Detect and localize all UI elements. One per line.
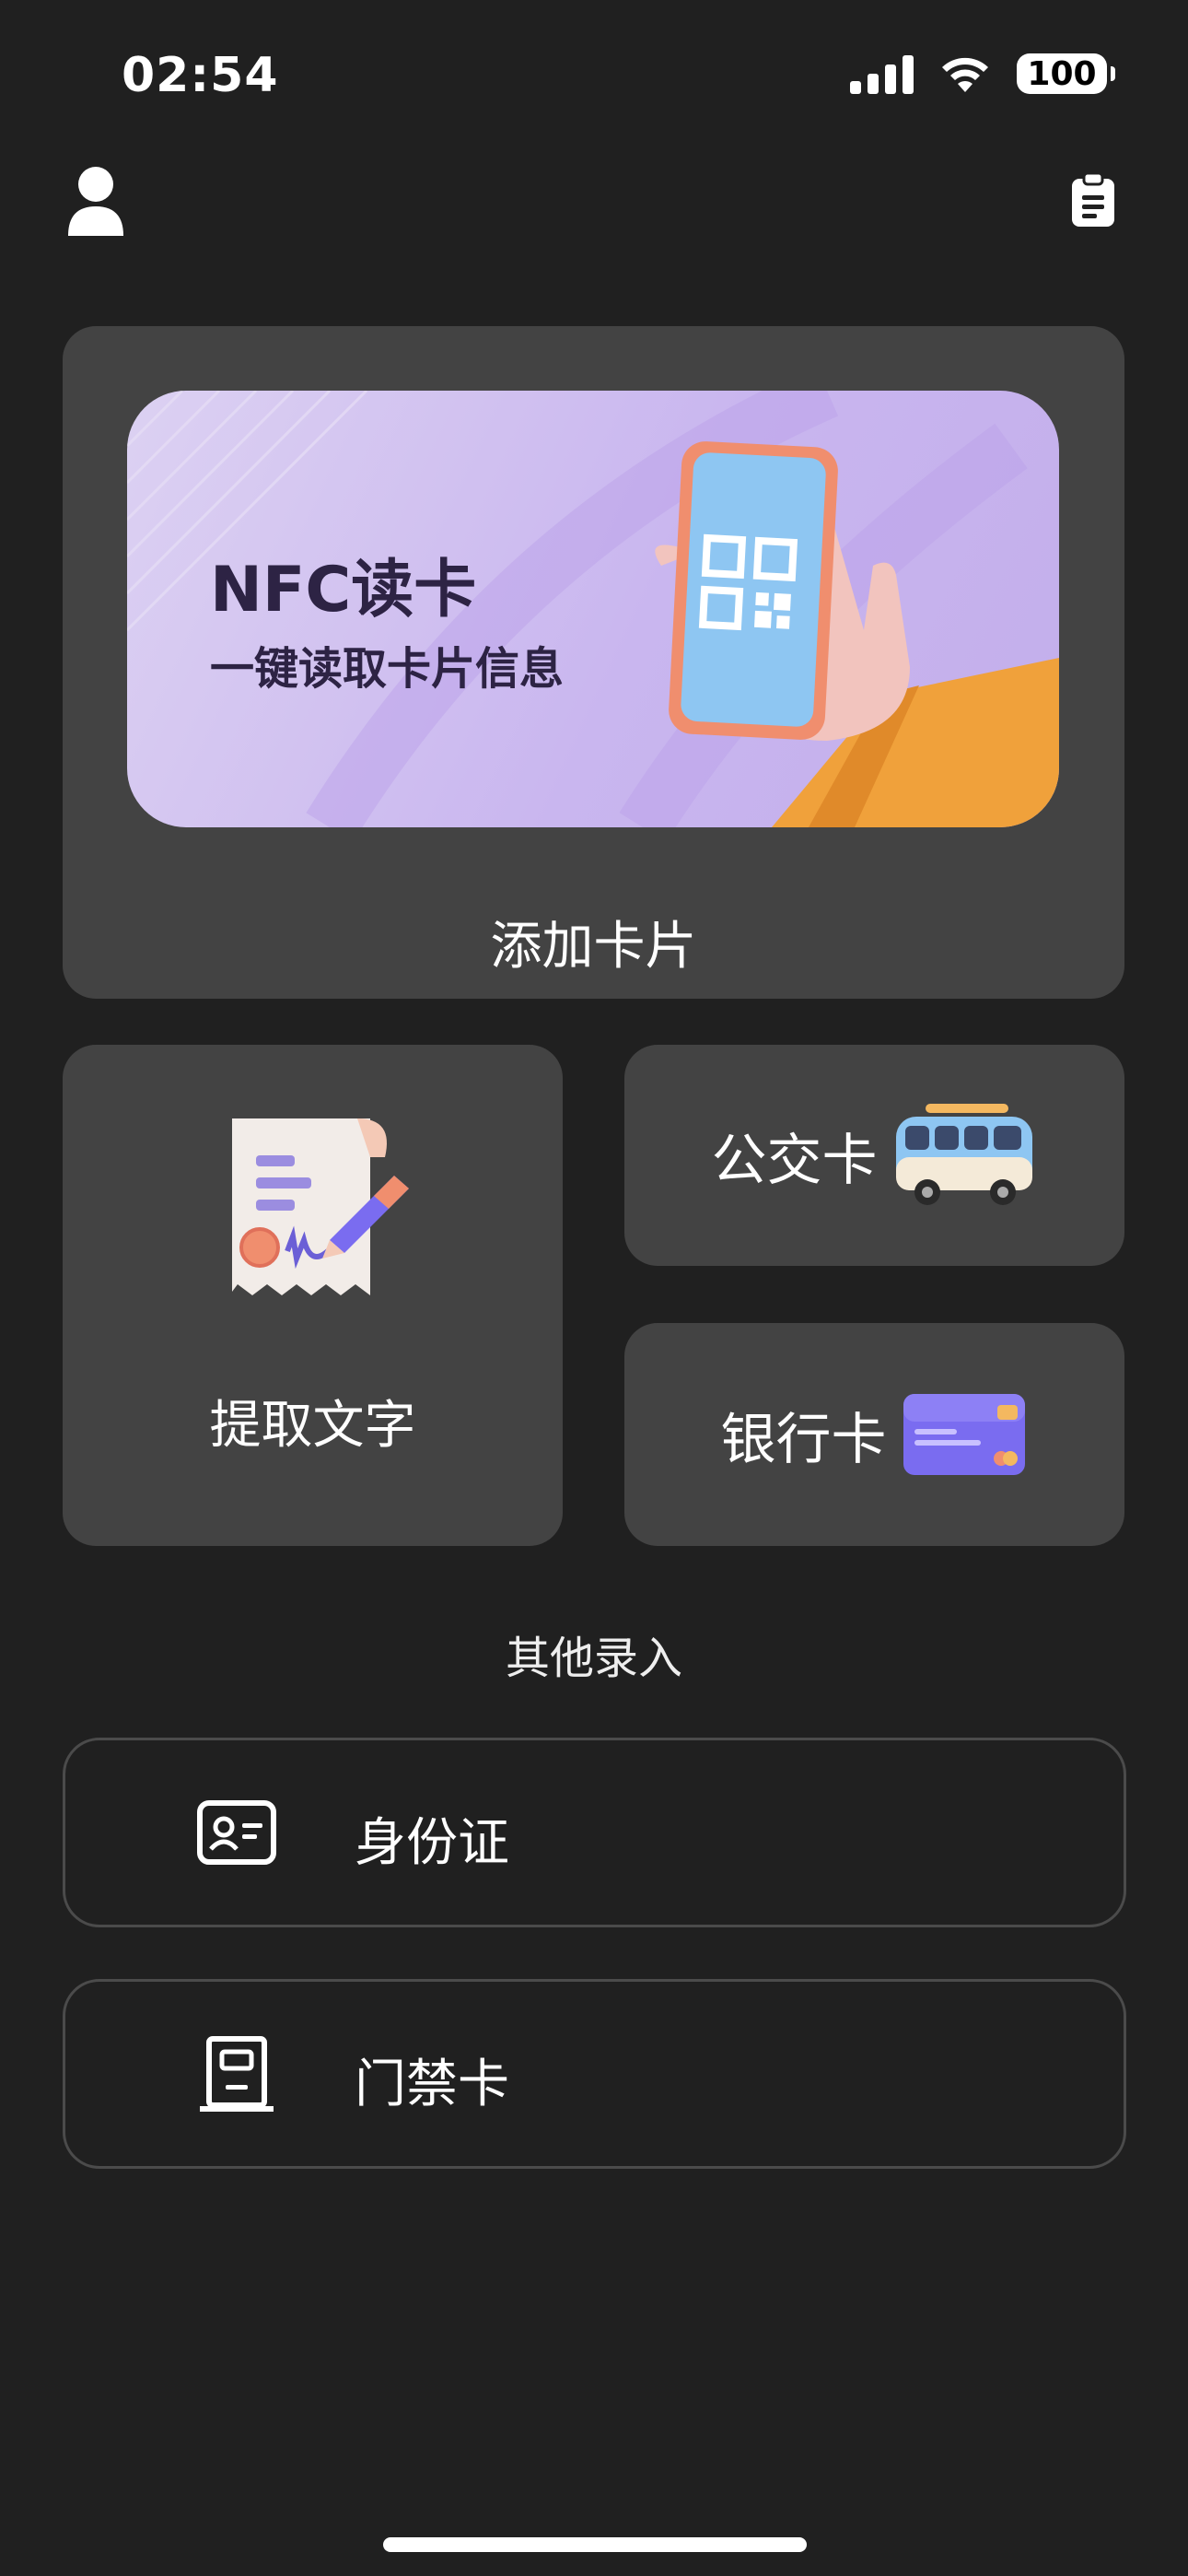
bank-card-tile[interactable]: 银行卡 <box>624 1323 1124 1546</box>
extract-text-tile[interactable]: 提取文字 <box>63 1045 563 1546</box>
bus-card-label: 公交卡 <box>711 1128 878 1193</box>
banner-subtitle: 一键读取卡片信息 <box>210 643 565 695</box>
id-card-row[interactable]: 身份证 <box>63 1738 1126 1927</box>
home-indicator[interactable] <box>383 2537 807 2552</box>
id-card-icon <box>197 1800 276 1865</box>
nfc-banner[interactable]: NFC读卡 一键读取卡片信息 <box>127 391 1059 827</box>
door-icon <box>200 2036 274 2112</box>
bank-card-label: 银行卡 <box>720 1407 887 1472</box>
add-card-label: 添加卡片 <box>490 917 697 977</box>
extract-text-label: 提取文字 <box>209 1396 416 1456</box>
wifi-icon <box>942 57 988 92</box>
receipt-pen-icon <box>232 1118 409 1295</box>
status-time: 02:54 <box>122 48 279 103</box>
id-card-label: 身份证 <box>355 1813 509 1873</box>
banner-title: NFC读卡 <box>210 554 477 626</box>
signal-icon <box>850 53 914 94</box>
bus-icon <box>895 1104 1032 1205</box>
credit-card-icon <box>903 1394 1025 1475</box>
access-card-row[interactable]: 门禁卡 <box>63 1979 1126 2169</box>
bus-card-tile[interactable]: 公交卡 <box>624 1045 1124 1266</box>
clipboard-icon[interactable] <box>1072 173 1114 227</box>
status-icons: 100 <box>850 53 1115 94</box>
other-entry-title: 其他录入 <box>505 1633 682 1684</box>
add-card-panel[interactable]: NFC读卡 一键读取卡片信息 添加卡片 <box>63 326 1124 999</box>
access-card-label: 门禁卡 <box>355 2055 509 2114</box>
user-icon[interactable] <box>66 166 125 236</box>
battery-icon: 100 <box>1017 53 1115 94</box>
